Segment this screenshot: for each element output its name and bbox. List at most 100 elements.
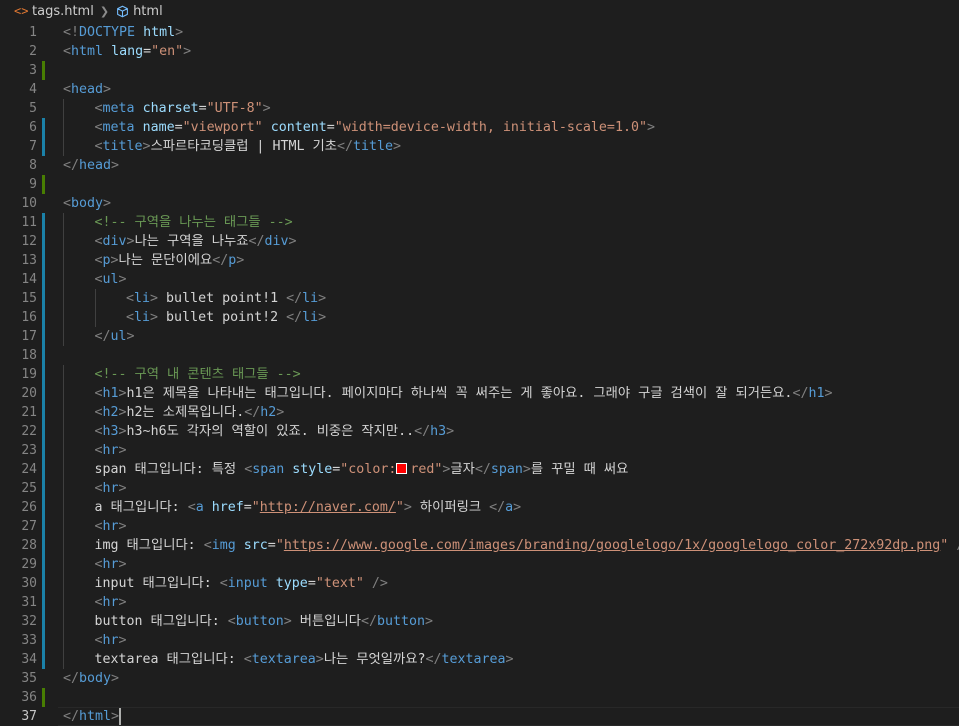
- git-modified-marker[interactable]: [42, 612, 45, 631]
- git-modified-marker[interactable]: [42, 460, 45, 479]
- code-token: a 태그입니다:: [95, 500, 188, 515]
- code-line[interactable]: 3: [0, 61, 959, 80]
- indent-guide: [63, 460, 64, 479]
- git-modified-marker[interactable]: [42, 232, 45, 251]
- git-modified-marker[interactable]: [42, 479, 45, 498]
- code-line[interactable]: 18: [0, 346, 959, 365]
- code-line[interactable]: 4<head>: [0, 80, 959, 99]
- code-token: <: [95, 595, 103, 610]
- code-token: p: [103, 253, 111, 268]
- git-modified-marker[interactable]: [42, 441, 45, 460]
- code-token: <: [95, 519, 103, 534]
- code-line[interactable]: 15<li> bullet point!1 </li>: [0, 289, 959, 308]
- code-line[interactable]: 31<hr>: [0, 593, 959, 612]
- code-line[interactable]: 34textarea 태그입니다: <textarea>나는 무엇일까요?</t…: [0, 650, 959, 669]
- code-line[interactable]: 35</body>: [0, 669, 959, 688]
- code-line[interactable]: 13<p>나는 문단이에요</p>: [0, 251, 959, 270]
- code-line[interactable]: 25<hr>: [0, 479, 959, 498]
- color-swatch-icon[interactable]: [396, 463, 407, 474]
- code-line[interactable]: 29<hr>: [0, 555, 959, 574]
- code-line[interactable]: 7<title>스파르타코딩클럽 | HTML 기초</title>: [0, 137, 959, 156]
- code-token: img 태그입니다:: [95, 538, 204, 553]
- code-line[interactable]: 11<!-- 구역을 나누는 태그들 -->: [0, 213, 959, 232]
- code-line[interactable]: 23<hr>: [0, 441, 959, 460]
- git-added-marker[interactable]: [42, 175, 45, 194]
- git-modified-marker[interactable]: [42, 270, 45, 289]
- code-line[interactable]: 28img 태그입니다: <img src="https://www.googl…: [0, 536, 959, 555]
- code-link[interactable]: https://www.google.com/images/branding/g…: [284, 538, 940, 553]
- code-line[interactable]: 19<!-- 구역 내 콘텐츠 태그들 -->: [0, 365, 959, 384]
- git-modified-marker[interactable]: [42, 517, 45, 536]
- git-modified-marker[interactable]: [42, 327, 45, 346]
- code-line[interactable]: 1<!DOCTYPE html>: [0, 23, 959, 42]
- code-line[interactable]: 5<meta charset="UTF-8">: [0, 99, 959, 118]
- code-line[interactable]: 26a 태그입니다: <a href="http://naver.com/"> …: [0, 498, 959, 517]
- code-token: </: [63, 709, 79, 724]
- code-token: ul: [111, 329, 127, 344]
- code-token: >: [119, 481, 127, 496]
- git-modified-marker[interactable]: [42, 213, 45, 232]
- git-modified-marker[interactable]: [42, 650, 45, 669]
- code-token: >: [111, 671, 119, 686]
- code-editor[interactable]: 1<!DOCTYPE html>2<html lang="en">34<head…: [0, 22, 959, 724]
- code-token: <: [95, 234, 103, 249]
- git-modified-marker[interactable]: [42, 555, 45, 574]
- code-text: input 태그입니다: <input type="text" />: [95, 574, 388, 593]
- git-modified-marker[interactable]: [42, 346, 45, 365]
- breadcrumb: <> tags.html ❯ html: [0, 0, 959, 22]
- git-modified-marker[interactable]: [42, 574, 45, 593]
- code-line[interactable]: 30input 태그입니다: <input type="text" />: [0, 574, 959, 593]
- git-modified-marker[interactable]: [42, 403, 45, 422]
- code-line[interactable]: 10<body>: [0, 194, 959, 213]
- code-line[interactable]: 21<h2>h2는 소제목입니다.</h2>: [0, 403, 959, 422]
- code-token: <: [63, 82, 71, 97]
- git-modified-marker[interactable]: [42, 384, 45, 403]
- code-line[interactable]: 9: [0, 175, 959, 194]
- line-number: 7: [0, 137, 37, 156]
- code-line[interactable]: 33<hr>: [0, 631, 959, 650]
- breadcrumb-symbol-name[interactable]: html: [133, 4, 163, 19]
- code-link[interactable]: http://naver.com/: [260, 500, 396, 515]
- git-modified-marker[interactable]: [42, 137, 45, 156]
- code-line[interactable]: 36: [0, 688, 959, 707]
- code-token: <: [228, 614, 236, 629]
- git-modified-marker[interactable]: [42, 593, 45, 612]
- git-modified-marker[interactable]: [42, 118, 45, 137]
- git-modified-marker[interactable]: [42, 365, 45, 384]
- code-line[interactable]: 17</ul>: [0, 327, 959, 346]
- git-modified-marker[interactable]: [42, 422, 45, 441]
- code-line[interactable]: 14<ul>: [0, 270, 959, 289]
- code-token: button 태그입니다:: [95, 614, 228, 629]
- code-token: >: [127, 234, 135, 249]
- code-line[interactable]: 22<h3>h3~h6도 각자의 역할이 있죠. 비중은 작지만..</h3>: [0, 422, 959, 441]
- git-modified-marker[interactable]: [42, 251, 45, 270]
- code-token: >: [318, 310, 326, 325]
- code-line[interactable]: 24span 태그입니다: 특정 <span style="color:red"…: [0, 460, 959, 479]
- code-token: >: [263, 101, 271, 116]
- code-line[interactable]: 32button 태그입니다: <button> 버튼입니다</button>: [0, 612, 959, 631]
- code-text: <hr>: [95, 479, 127, 498]
- code-line[interactable]: 37</html>: [0, 707, 959, 726]
- code-line[interactable]: 6<meta name="viewport" content="width=de…: [0, 118, 959, 137]
- code-token: html: [79, 709, 111, 724]
- code-token: =: [143, 44, 151, 59]
- git-modified-marker[interactable]: [42, 308, 45, 327]
- code-token: =: [175, 120, 183, 135]
- code-line[interactable]: 2<html lang="en">: [0, 42, 959, 61]
- code-line[interactable]: 8</head>: [0, 156, 959, 175]
- breadcrumb-file-name[interactable]: tags.html: [32, 4, 94, 19]
- git-modified-marker[interactable]: [42, 289, 45, 308]
- code-line[interactable]: 16<li> bullet point!2 </li>: [0, 308, 959, 327]
- line-number: 27: [0, 517, 37, 536]
- git-modified-marker[interactable]: [42, 631, 45, 650]
- code-token: <: [95, 633, 103, 648]
- code-line[interactable]: 20<h1>h1은 제목을 나타내는 태그입니다. 페이지마다 하나씩 꼭 써주…: [0, 384, 959, 403]
- git-added-marker[interactable]: [42, 688, 45, 707]
- code-line[interactable]: 12<div>나는 구역을 나누죠</div>: [0, 232, 959, 251]
- git-modified-marker[interactable]: [42, 498, 45, 517]
- git-modified-marker[interactable]: [42, 536, 45, 555]
- indent-guide: [63, 251, 64, 270]
- indent-guide: [63, 327, 64, 346]
- git-added-marker[interactable]: [42, 61, 45, 80]
- code-line[interactable]: 27<hr>: [0, 517, 959, 536]
